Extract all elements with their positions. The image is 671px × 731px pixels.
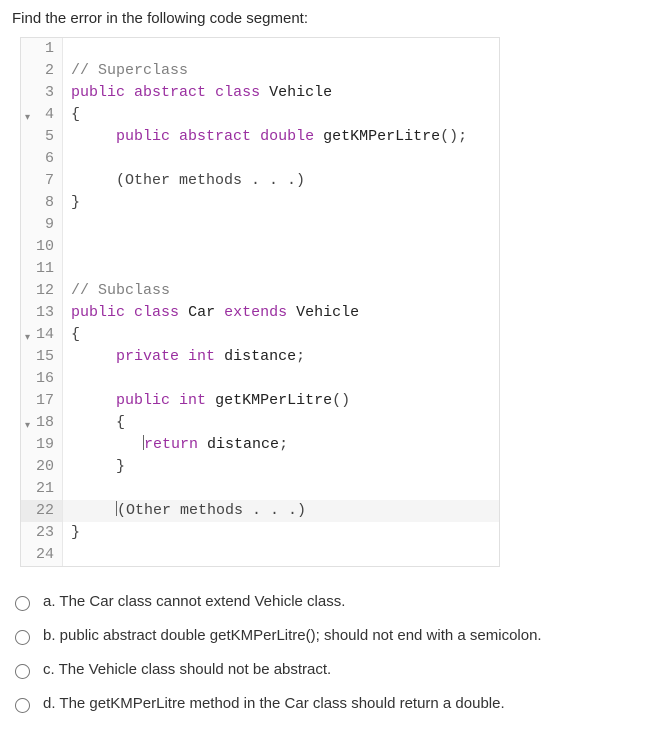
line-number: 15 — [21, 346, 63, 368]
code-line: 9 — [21, 214, 499, 236]
line-number: 6 — [21, 148, 63, 170]
option-c[interactable]: c. The Vehicle class should not be abstr… — [10, 653, 663, 687]
line-content — [63, 38, 499, 60]
code-block: 12// Superclass3public abstract class Ve… — [20, 37, 500, 567]
option-d-radio[interactable] — [15, 698, 30, 713]
code-line: 15 private int distance; — [21, 346, 499, 368]
line-content: { — [63, 104, 499, 126]
line-number: 17 — [21, 390, 63, 412]
code-line: 14{ — [21, 324, 499, 346]
line-number: 11 — [21, 258, 63, 280]
code-line: 20 } — [21, 456, 499, 478]
code-line: 7 (Other methods . . .) — [21, 170, 499, 192]
line-number: 5 — [21, 126, 63, 148]
code-line: 23} — [21, 522, 499, 544]
line-number: 21 — [21, 478, 63, 500]
line-content: } — [63, 522, 499, 544]
line-content: } — [63, 192, 499, 214]
line-number: 16 — [21, 368, 63, 390]
line-content: public abstract class Vehicle — [63, 82, 499, 104]
line-number: 13 — [21, 302, 63, 324]
line-content: (Other methods . . .) — [63, 500, 499, 522]
line-content: (Other methods . . .) — [63, 170, 499, 192]
code-line: 16 — [21, 368, 499, 390]
option-a-label: a. The Car class cannot extend Vehicle c… — [43, 593, 345, 610]
option-c-label: c. The Vehicle class should not be abstr… — [43, 661, 331, 678]
line-number: 2 — [21, 60, 63, 82]
option-b-label: b. public abstract double getKMPerLitre(… — [43, 627, 542, 644]
code-line: 3public abstract class Vehicle — [21, 82, 499, 104]
line-number: 14 — [21, 324, 63, 346]
code-line: 8} — [21, 192, 499, 214]
line-number: 1 — [21, 38, 63, 60]
line-content — [63, 544, 499, 566]
line-content: { — [63, 412, 499, 434]
line-number: 10 — [21, 236, 63, 258]
code-line: 21 — [21, 478, 499, 500]
option-a[interactable]: a. The Car class cannot extend Vehicle c… — [10, 585, 663, 619]
line-content: public class Car extends Vehicle — [63, 302, 499, 324]
code-line: 19 return distance; — [21, 434, 499, 456]
code-line: 17 public int getKMPerLitre() — [21, 390, 499, 412]
line-content: // Subclass — [63, 280, 499, 302]
code-line: 24 — [21, 544, 499, 566]
line-content — [63, 236, 499, 258]
option-b-radio[interactable] — [15, 630, 30, 645]
code-line: 13public class Car extends Vehicle — [21, 302, 499, 324]
line-content — [63, 258, 499, 280]
line-content — [63, 214, 499, 236]
line-content: public int getKMPerLitre() — [63, 390, 499, 412]
line-content — [63, 368, 499, 390]
code-line: 11 — [21, 258, 499, 280]
line-number: 7 — [21, 170, 63, 192]
option-d[interactable]: d. The getKMPerLitre method in the Car c… — [10, 687, 663, 721]
line-number: 24 — [21, 544, 63, 566]
option-d-label: d. The getKMPerLitre method in the Car c… — [43, 695, 505, 712]
line-number: 8 — [21, 192, 63, 214]
line-number: 20 — [21, 456, 63, 478]
option-a-radio[interactable] — [15, 596, 30, 611]
code-line: 4{ — [21, 104, 499, 126]
line-number: 22 — [21, 500, 63, 522]
line-content: { — [63, 324, 499, 346]
code-line: 10 — [21, 236, 499, 258]
question-text: Find the error in the following code seg… — [0, 0, 671, 31]
code-line: 5 public abstract double getKMPerLitre()… — [21, 126, 499, 148]
line-number: 9 — [21, 214, 63, 236]
options-group: a. The Car class cannot extend Vehicle c… — [0, 567, 671, 731]
line-content — [63, 478, 499, 500]
code-line: 22 (Other methods . . .) — [21, 500, 499, 522]
line-number: 23 — [21, 522, 63, 544]
line-content: // Superclass — [63, 60, 499, 82]
line-content: } — [63, 456, 499, 478]
option-b[interactable]: b. public abstract double getKMPerLitre(… — [10, 619, 663, 653]
line-content: public abstract double getKMPerLitre(); — [63, 126, 499, 148]
code-line: 6 — [21, 148, 499, 170]
line-number: 12 — [21, 280, 63, 302]
code-line: 12// Subclass — [21, 280, 499, 302]
line-number: 19 — [21, 434, 63, 456]
line-content: private int distance; — [63, 346, 499, 368]
line-number: 18 — [21, 412, 63, 434]
code-line: 18 { — [21, 412, 499, 434]
line-number: 4 — [21, 104, 63, 126]
code-line: 1 — [21, 38, 499, 60]
option-c-radio[interactable] — [15, 664, 30, 679]
line-content: return distance; — [63, 434, 499, 456]
code-line: 2// Superclass — [21, 60, 499, 82]
line-number: 3 — [21, 82, 63, 104]
line-content — [63, 148, 499, 170]
